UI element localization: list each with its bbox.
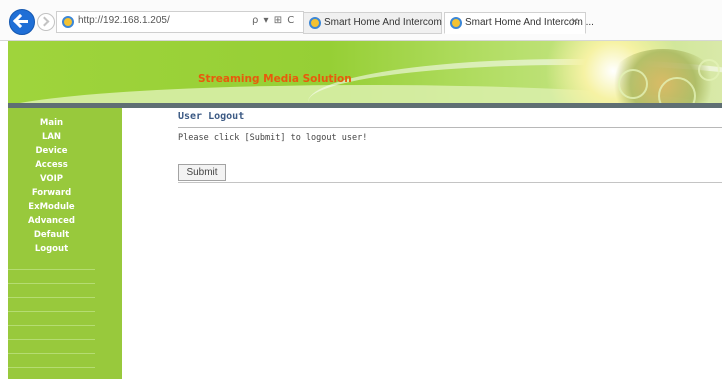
sidebar-divider xyxy=(8,340,95,354)
sidebar-link[interactable]: Default xyxy=(8,228,95,242)
sidebar-divider xyxy=(8,284,95,298)
browser-tab-2[interactable]: Smart Home And Intercom ... × xyxy=(444,12,594,34)
sidebar-link[interactable]: Forward xyxy=(8,186,95,200)
sidebar-item-exmodule[interactable]: ExModule xyxy=(8,200,122,214)
sidebar-link[interactable]: Access xyxy=(8,158,95,172)
address-url[interactable]: http://192.168.1.205/ xyxy=(78,15,170,26)
page-title: User Logout xyxy=(178,111,245,122)
sidebar-item-main[interactable]: Main xyxy=(8,116,122,130)
ie-tab-icon xyxy=(309,17,321,29)
sidebar-item-access[interactable]: Access xyxy=(8,158,122,172)
banner-title: Streaming Media Solution xyxy=(198,73,352,85)
sidebar-divider xyxy=(8,270,95,284)
sidebar-divider xyxy=(8,256,95,270)
sidebar-item-voip[interactable]: VOIP xyxy=(8,172,122,186)
banner-bubble xyxy=(698,59,720,81)
sidebar-link[interactable]: VOIP xyxy=(8,172,95,186)
sidebar-link[interactable]: Device xyxy=(8,144,95,158)
sidebar: Main LAN Device Access VOIP Forward ExMo… xyxy=(8,108,122,379)
title-divider xyxy=(178,127,722,128)
sidebar-item-lan[interactable]: LAN xyxy=(8,130,122,144)
address-bar[interactable]: http://192.168.1.205/ ρ ▾ ⊞ C xyxy=(56,11,304,33)
sidebar-link[interactable]: ExModule xyxy=(8,200,95,214)
sidebar-link[interactable]: Logout xyxy=(8,242,95,256)
sidebar-item-advanced[interactable]: Advanced xyxy=(8,214,122,228)
sidebar-menu: Main LAN Device Access VOIP Forward ExMo… xyxy=(8,116,122,368)
address-tools[interactable]: ρ ▾ ⊞ C xyxy=(252,15,295,26)
sidebar-item-logout[interactable]: Logout xyxy=(8,242,122,256)
ie-favicon-icon xyxy=(62,16,74,28)
submit-button[interactable]: Submit xyxy=(178,164,226,181)
back-icon[interactable] xyxy=(9,9,35,35)
sidebar-divider xyxy=(8,326,95,340)
sidebar-divider xyxy=(8,354,95,368)
forward-icon[interactable] xyxy=(37,13,55,31)
sidebar-link[interactable]: LAN xyxy=(8,130,95,144)
browser-toolbar: http://192.168.1.205/ ρ ▾ ⊞ C Smart Home… xyxy=(0,0,722,41)
header-banner: Streaming Media Solution xyxy=(8,41,722,103)
browser-tab-1[interactable]: Smart Home And Intercom Sys... xyxy=(303,12,470,34)
logout-instructions: Please click [Submit] to logout user! xyxy=(178,133,368,143)
close-tab-icon[interactable]: × xyxy=(571,16,579,27)
banner-bubble xyxy=(618,69,648,99)
sidebar-link[interactable]: Advanced xyxy=(8,214,95,228)
sidebar-item-device[interactable]: Device xyxy=(8,144,122,158)
ie-tab-icon xyxy=(450,17,462,29)
sidebar-item-forward[interactable]: Forward xyxy=(8,186,122,200)
sidebar-divider xyxy=(8,312,95,326)
sidebar-item-default[interactable]: Default xyxy=(8,228,122,242)
content-divider xyxy=(178,182,722,183)
sidebar-divider xyxy=(8,298,95,312)
sidebar-link[interactable]: Main xyxy=(8,116,95,130)
